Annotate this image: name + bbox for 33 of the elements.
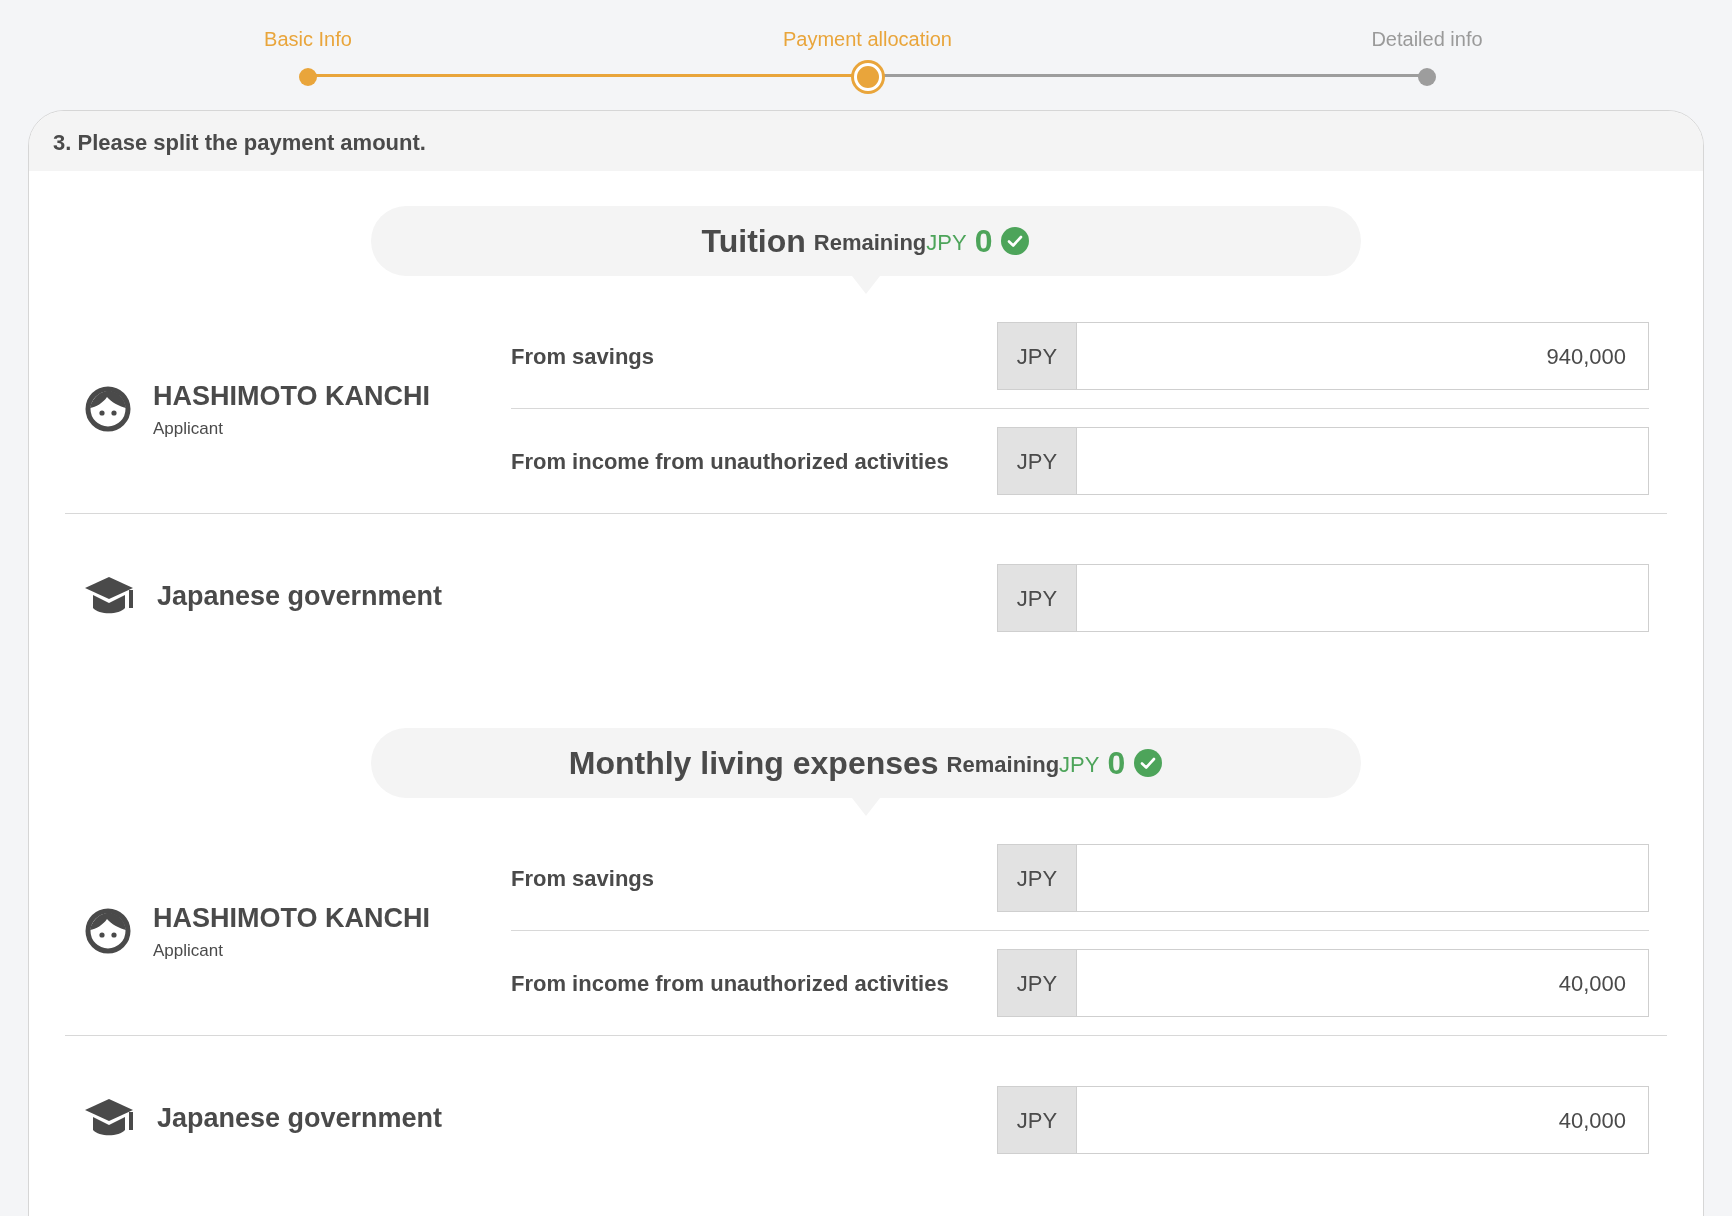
remaining-label: Remaining	[946, 751, 1060, 779]
face-icon	[85, 385, 131, 432]
currency-label: JPY	[997, 322, 1077, 390]
section-title: Monthly living expenses	[568, 744, 939, 783]
face-icon	[85, 907, 131, 954]
currency-label: JPY	[926, 229, 967, 257]
payer-name: HASHIMOTO KANCHI	[153, 379, 430, 413]
remaining-amount: 0	[1107, 744, 1126, 783]
section-title: Tuition	[701, 222, 806, 261]
amount-input[interactable]: 40,000	[1077, 949, 1649, 1017]
payer-role: Applicant	[153, 940, 224, 962]
currency-label: JPY	[997, 949, 1077, 1017]
amount-input[interactable]	[1077, 564, 1649, 632]
source-label: From income from unauthorized activities	[511, 448, 949, 474]
amount-input[interactable]: 40,000	[1077, 1086, 1649, 1154]
payer-role: Applicant	[153, 418, 224, 440]
source-label: From savings	[511, 865, 655, 891]
payer-name: HASHIMOTO KANCHI	[153, 901, 430, 935]
currency-label: JPY	[997, 427, 1077, 495]
currency-label: JPY	[997, 1086, 1077, 1154]
currency-label: JPY	[997, 844, 1077, 912]
card-title: 3. Please split the payment amount.	[29, 111, 1703, 171]
source-label: From savings	[511, 343, 655, 369]
remaining-amount: 0	[974, 222, 993, 261]
currency-label: JPY	[997, 564, 1077, 632]
amount-input[interactable]: 940,000	[1077, 322, 1649, 390]
remaining-label: Remaining	[813, 229, 927, 257]
amount-input[interactable]	[1077, 844, 1649, 912]
source-label: From income from unauthorized activities	[511, 970, 949, 996]
payer-name: Japanese government	[157, 579, 443, 613]
currency-label: JPY	[1059, 751, 1100, 779]
amount-input[interactable]	[1077, 427, 1649, 495]
payer-name: Japanese government	[157, 1101, 443, 1135]
